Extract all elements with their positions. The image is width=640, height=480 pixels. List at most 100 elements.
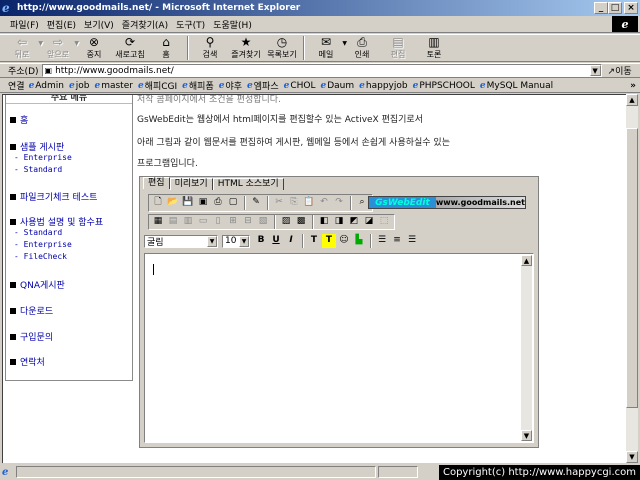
redo-icon[interactable]: ↷ bbox=[332, 196, 346, 210]
sidebar-item-purchase[interactable]: 구입문의 bbox=[10, 330, 53, 343]
link-happyform[interactable]: e 해피폼 bbox=[182, 79, 214, 93]
layer-icon[interactable]: ◧ bbox=[317, 215, 331, 229]
scroll-thumb[interactable] bbox=[626, 128, 638, 408]
search-button[interactable]: ⚲ 검색 bbox=[192, 35, 228, 62]
tab-html-source[interactable]: HTML 소스보기 bbox=[212, 178, 284, 190]
align-center-icon[interactable]: ≡ bbox=[390, 234, 404, 248]
link-daum[interactable]: e Daum bbox=[321, 81, 355, 91]
preview-icon[interactable]: ▢ bbox=[226, 196, 240, 210]
menu-help[interactable]: 도움말(H) bbox=[209, 18, 256, 31]
link-job[interactable]: e job bbox=[69, 81, 89, 91]
sidebar-item-contact[interactable]: 연락처 bbox=[10, 355, 45, 368]
hr-icon[interactable]: ▩ bbox=[294, 215, 308, 229]
refresh-button[interactable]: ⟳ 새로고침 bbox=[112, 35, 148, 62]
italic-button[interactable]: I bbox=[284, 234, 298, 248]
link-empas[interactable]: e 엠파스 bbox=[247, 79, 279, 93]
maximize-button[interactable]: □ bbox=[608, 2, 622, 14]
link-happycgi[interactable]: e 해피CGI bbox=[138, 79, 177, 93]
menu-view[interactable]: 보기(V) bbox=[80, 18, 118, 31]
sidebar-item-usage[interactable]: 사용법 설명 및 함수표 bbox=[10, 215, 103, 228]
sidebar-sub-enterprise[interactable]: - Enterprise bbox=[14, 153, 72, 162]
layer-abs-icon[interactable]: ⬚ bbox=[377, 215, 391, 229]
sidebar-sub-standard[interactable]: - Standard bbox=[14, 165, 62, 174]
save-icon[interactable]: 💾 bbox=[181, 196, 195, 210]
spell-check-icon[interactable]: ✎ bbox=[249, 196, 263, 210]
cell-props-icon[interactable]: ▧ bbox=[256, 215, 270, 229]
chevron-down-icon[interactable]: ▼ bbox=[589, 65, 601, 76]
underline-button[interactable]: U bbox=[269, 234, 283, 248]
editor-scrollbar[interactable]: ▲ ▼ bbox=[521, 255, 532, 441]
tab-preview[interactable]: 미리보기 bbox=[169, 178, 213, 190]
page-scrollbar[interactable]: ▲ ▼ bbox=[626, 94, 638, 463]
layer-lock-icon[interactable]: ◪ bbox=[362, 215, 376, 229]
undo-icon[interactable]: ↶ bbox=[317, 196, 331, 210]
link-admin[interactable]: e Admin bbox=[29, 81, 64, 91]
font-color-button[interactable]: T bbox=[307, 234, 321, 248]
sidebar-item-download[interactable]: 다운로드 bbox=[10, 304, 53, 317]
scroll-down-icon[interactable]: ▼ bbox=[521, 430, 532, 441]
history-button[interactable]: ◷ 목록보기 bbox=[264, 35, 300, 62]
new-doc-icon[interactable]: 🗋 bbox=[151, 196, 165, 210]
insert-row-icon[interactable]: ▤ bbox=[166, 215, 180, 229]
menu-favorites[interactable]: 즐겨찾기(A) bbox=[118, 18, 172, 31]
discuss-button[interactable]: ▥ 토론 bbox=[416, 35, 452, 62]
sidebar-item-qna[interactable]: QNA게시판 bbox=[10, 278, 65, 291]
delete-col-icon[interactable]: ▯ bbox=[211, 215, 225, 229]
link-chol[interactable]: e CHOL bbox=[284, 81, 316, 91]
merge-cells-icon[interactable]: ⊞ bbox=[226, 215, 240, 229]
sidebar-sub-standard[interactable]: - Standard bbox=[14, 228, 62, 237]
mail-button[interactable]: ✉ 메일 ▼ bbox=[308, 35, 347, 62]
editor-text-area[interactable]: ▲ ▼ bbox=[144, 253, 534, 443]
delete-row-icon[interactable]: ▭ bbox=[196, 215, 210, 229]
font-name-select[interactable]: 굴림 ▼ bbox=[144, 234, 218, 248]
scroll-up-icon[interactable]: ▲ bbox=[626, 94, 638, 106]
cut-icon[interactable]: ✂ bbox=[272, 196, 286, 210]
sidebar-item-filesize-test[interactable]: 파일크기체크 테스트 bbox=[10, 190, 97, 203]
align-left-icon[interactable]: ☰ bbox=[375, 234, 389, 248]
link-happyjob[interactable]: e happyjob bbox=[359, 81, 407, 91]
link-master[interactable]: e master bbox=[94, 81, 132, 91]
go-button[interactable]: ↗이동 bbox=[608, 64, 632, 77]
print-icon[interactable]: ⎙ bbox=[211, 196, 225, 210]
stop-button[interactable]: ⊗ 중지 bbox=[76, 35, 112, 62]
back-button[interactable]: ⇦ 뒤로 ▼ bbox=[4, 35, 43, 62]
layer-front-icon[interactable]: ◨ bbox=[332, 215, 346, 229]
open-folder-icon[interactable]: 📂 bbox=[166, 196, 180, 210]
insert-col-icon[interactable]: ▥ bbox=[181, 215, 195, 229]
close-button[interactable]: × bbox=[624, 2, 638, 14]
links-more-button[interactable]: » bbox=[630, 81, 636, 91]
font-size-select[interactable]: 10 ▼ bbox=[222, 234, 250, 248]
tab-edit[interactable]: 편집 bbox=[143, 177, 170, 189]
link-yahoo[interactable]: e 야후 bbox=[219, 79, 242, 93]
sidebar-sub-filecheck[interactable]: - FileCheck bbox=[14, 252, 67, 261]
edit-button[interactable]: ▤ 편집 bbox=[380, 35, 416, 62]
favorites-button[interactable]: ★ 즐겨찾기 bbox=[228, 35, 264, 62]
bold-button[interactable]: B bbox=[254, 234, 268, 248]
split-cells-icon[interactable]: ⊟ bbox=[241, 215, 255, 229]
minimize-button[interactable]: _ bbox=[594, 2, 608, 14]
address-input[interactable]: ▣ http://www.goodmails.net/ ▼ bbox=[41, 64, 602, 77]
image-icon[interactable]: ▨ bbox=[279, 215, 293, 229]
layer-back-icon[interactable]: ◩ bbox=[347, 215, 361, 229]
link-mysql-manual[interactable]: e MySQL Manual bbox=[480, 81, 553, 91]
home-button[interactable]: ⌂ 홈 bbox=[148, 35, 184, 62]
scroll-up-icon[interactable]: ▲ bbox=[521, 255, 532, 266]
highlight-button[interactable]: T bbox=[322, 234, 336, 248]
table-icon[interactable]: ▦ bbox=[151, 215, 165, 229]
print-button[interactable]: ⎙ 인쇄 bbox=[344, 35, 380, 62]
menu-file[interactable]: 파일(F) bbox=[6, 18, 43, 31]
sidebar-sub-enterprise[interactable]: - Enterprise bbox=[14, 240, 72, 249]
menu-tools[interactable]: 도구(T) bbox=[172, 18, 209, 31]
sidebar-item-sample-board[interactable]: 샘플 게시판 bbox=[10, 140, 64, 153]
sidebar-item-home[interactable]: 홈 bbox=[10, 113, 28, 126]
copy-icon[interactable]: ⎘ bbox=[287, 196, 301, 210]
align-right-icon[interactable]: ☰ bbox=[405, 234, 419, 248]
link-phpschool[interactable]: e PHPSCHOOL bbox=[413, 81, 475, 91]
image-insert-icon[interactable]: ▙ bbox=[352, 234, 366, 248]
forward-button[interactable]: ⇨ 앞으로 ▼ bbox=[40, 35, 79, 62]
save-as-icon[interactable]: ▣ bbox=[196, 196, 210, 210]
find-icon[interactable]: ⌕ bbox=[355, 196, 369, 210]
scroll-down-icon[interactable]: ▼ bbox=[626, 451, 638, 463]
menu-edit[interactable]: 편집(E) bbox=[43, 18, 80, 31]
emoticon-icon[interactable]: ☺ bbox=[337, 234, 351, 248]
